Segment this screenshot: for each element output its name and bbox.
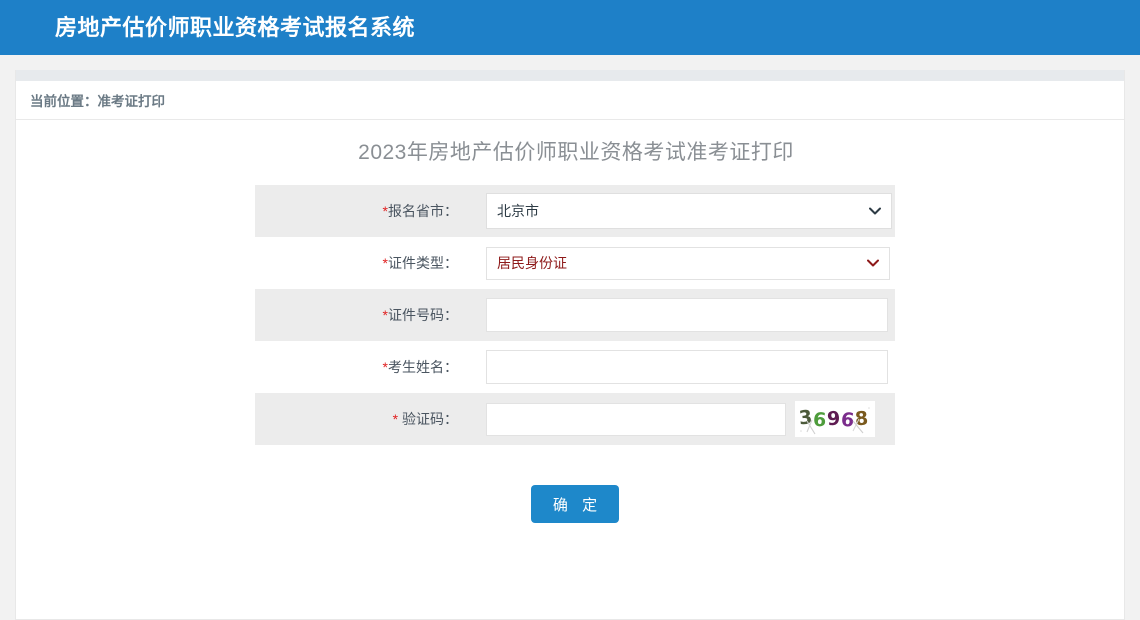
captcha-input[interactable] [486,403,786,436]
app-header: 房地产估价师职业资格考试报名系统 [0,0,1140,55]
label-id-type: *证件类型： [255,237,470,289]
form-row-candidate-name: *考生姓名： [255,341,895,393]
label-candidate-name-text: 考生姓名： [388,359,458,375]
id-type-select-wrap: 居民身份证 [486,247,890,280]
card-top-strip [16,70,1124,81]
captcha-line: 36968 [486,401,889,437]
captcha-image[interactable]: 36968 [795,401,875,437]
field-id-type: 居民身份证 [470,237,895,289]
candidate-name-input[interactable] [486,350,888,384]
province-select-wrap: 北京市 [486,193,892,229]
breadcrumb-bar: 当前位置：准考证打印 [16,81,1124,120]
label-id-number-text: 证件号码： [388,307,458,323]
app-title: 房地产估价师职业资格考试报名系统 [55,17,415,39]
form-row-id-type: *证件类型： 居民身份证 [255,237,895,289]
breadcrumb: 当前位置：准考证打印 [30,90,165,110]
label-captcha: * 验证码： [255,393,470,445]
label-captcha-text: 验证码： [398,411,458,427]
label-id-type-text: 证件类型： [388,255,458,271]
label-id-number: *证件号码： [255,289,470,341]
submit-area: 确 定 [16,485,1124,523]
page-title: 2023年房地产估价师职业资格考试准考证打印 [16,142,1124,163]
admission-ticket-form: *报名省市： 北京市 [255,185,895,445]
id-type-select[interactable]: 居民身份证 [486,247,890,280]
svg-text:9: 9 [826,408,840,431]
form-row-province: *报名省市： 北京市 [255,185,895,237]
field-captcha: 36968 [470,393,895,445]
label-candidate-name: *考生姓名： [255,341,470,393]
field-province: 北京市 [470,185,895,237]
label-province-text: 报名省市： [388,203,458,219]
field-id-number [470,289,895,341]
field-candidate-name [470,341,895,393]
svg-text:6: 6 [840,409,855,432]
form-row-captcha: * 验证码： 36968 [255,393,895,445]
label-province: *报名省市： [255,185,470,237]
page-card: 当前位置：准考证打印 2023年房地产估价师职业资格考试准考证打印 *报名省市：… [15,70,1125,620]
confirm-button[interactable]: 确 定 [531,485,619,523]
svg-text:6: 6 [812,409,827,432]
svg-text:8: 8 [854,407,869,430]
province-select[interactable]: 北京市 [486,193,892,229]
svg-text:3: 3 [798,406,813,429]
id-number-input[interactable] [486,298,888,332]
form-row-id-number: *证件号码： [255,289,895,341]
form-area: 2023年房地产估价师职业资格考试准考证打印 *报名省市： 北京市 [16,120,1124,523]
